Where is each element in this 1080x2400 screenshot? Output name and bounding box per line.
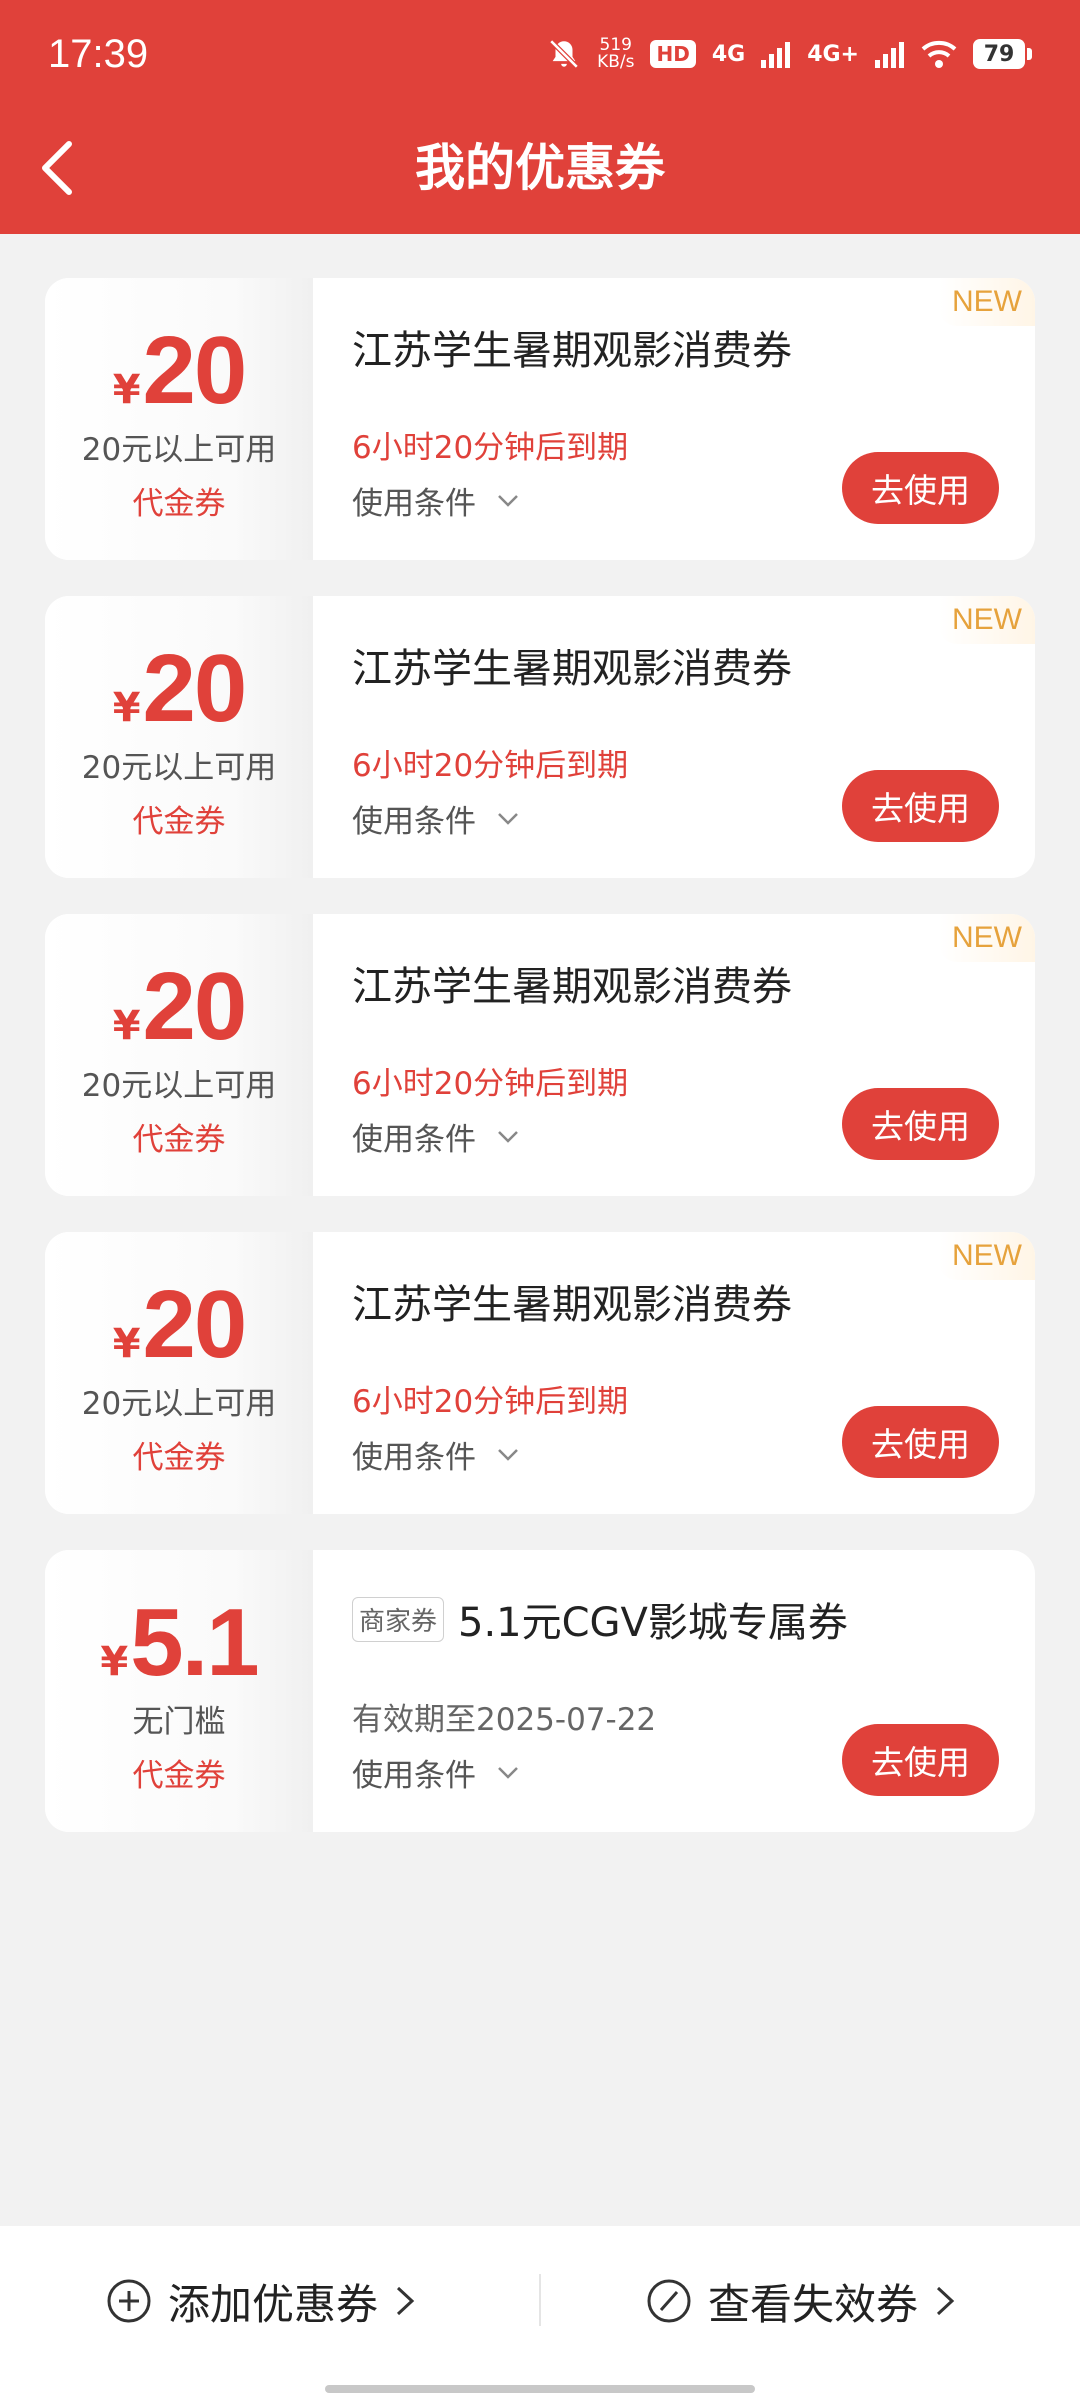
- coupon-value-panel: ¥20 20元以上可用 代金券: [45, 596, 313, 878]
- conditions-toggle[interactable]: 使用条件: [352, 1432, 520, 1477]
- coupon-amount: ¥5.1: [100, 1589, 259, 1696]
- header: 17:39 519 KB/s HD 4G 4G+ 79 我的优惠券: [0, 0, 1080, 234]
- coupon-value-panel: ¥20 20元以上可用 代金券: [45, 914, 313, 1196]
- back-button[interactable]: [22, 130, 92, 206]
- chevron-right-icon: [396, 2286, 415, 2316]
- chevron-down-icon: [498, 1448, 518, 1461]
- coupon-expiry: 6小时20分钟后到期: [352, 1066, 629, 1102]
- status-icons: 519 KB/s HD 4G 4G+ 79: [547, 34, 1032, 74]
- coupon-threshold: 20元以上可用: [81, 1068, 277, 1104]
- coupon-title: 江苏学生暑期观影消费券: [352, 964, 792, 1010]
- coupon-card[interactable]: ¥20 20元以上可用 代金券 江苏学生暑期观影消费券 6小时20分钟后到期 使…: [45, 596, 1035, 878]
- coupon-card[interactable]: ¥20 20元以上可用 代金券 江苏学生暑期观影消费券 6小时20分钟后到期 使…: [45, 1232, 1035, 1514]
- coupon-expiry: 6小时20分钟后到期: [352, 430, 629, 466]
- coupon-threshold: 20元以上可用: [81, 750, 277, 786]
- battery-icon: 79: [973, 39, 1032, 69]
- coupon-card[interactable]: ¥5.1 无门槛 代金券 商家券 5.1元CGV影城专属券 有效期至2025-0…: [45, 1550, 1035, 1832]
- chevron-down-icon: [498, 1766, 518, 1779]
- conditions-toggle[interactable]: 使用条件: [352, 796, 520, 841]
- view-expired-button[interactable]: 查看失效券: [540, 2226, 1080, 2376]
- coupon-card[interactable]: ¥20 20元以上可用 代金券 江苏学生暑期观影消费券 6小时20分钟后到期 使…: [45, 278, 1035, 560]
- page-title: 我的优惠券: [415, 139, 665, 197]
- new-badge: NEW: [939, 1232, 1035, 1280]
- coupon-type: 代金券: [132, 1440, 226, 1476]
- coupon-amount: ¥20: [112, 635, 248, 742]
- use-button[interactable]: 去使用: [842, 452, 999, 524]
- status-time: 17:39: [48, 32, 149, 76]
- use-button[interactable]: 去使用: [842, 1088, 999, 1160]
- conditions-toggle[interactable]: 使用条件: [352, 478, 520, 523]
- merchant-tag: 商家券: [352, 1596, 445, 1642]
- coupon-title: 江苏学生暑期观影消费券: [352, 1282, 792, 1328]
- coupon-value-panel: ¥20 20元以上可用 代金券: [45, 1232, 313, 1514]
- signal-bars-icon: [761, 42, 791, 68]
- use-button[interactable]: 去使用: [842, 1406, 999, 1478]
- new-badge: NEW: [939, 278, 1035, 326]
- coupon-card[interactable]: ¥20 20元以上可用 代金券 江苏学生暑期观影消费券 6小时20分钟后到期 使…: [45, 914, 1035, 1196]
- conditions-toggle[interactable]: 使用条件: [352, 1114, 520, 1159]
- coupon-threshold: 无门槛: [132, 1704, 226, 1740]
- coupon-threshold: 20元以上可用: [81, 432, 277, 468]
- coupon-value-panel: ¥5.1 无门槛 代金券: [45, 1550, 313, 1832]
- wifi-icon: [921, 40, 957, 68]
- coupon-amount: ¥20: [112, 1271, 248, 1378]
- coupon-title: 江苏学生暑期观影消费券: [352, 646, 792, 692]
- chevron-right-icon: [936, 2286, 955, 2316]
- bell-muted-icon: [549, 39, 579, 69]
- coupon-expiry: 有效期至2025-07-22: [352, 1702, 657, 1738]
- coupon-amount: ¥20: [112, 317, 248, 424]
- coupon-title: 商家券 5.1元CGV影城专属券: [352, 1590, 848, 1648]
- new-badge: NEW: [939, 596, 1035, 644]
- add-coupon-button[interactable]: 添加优惠券: [0, 2226, 540, 2376]
- battery-level: 79: [973, 39, 1025, 69]
- chevron-down-icon: [498, 494, 518, 507]
- coupon-type: 代金券: [132, 1758, 226, 1794]
- home-indicator[interactable]: [325, 2385, 755, 2393]
- view-expired-label: 查看失效券: [707, 2279, 918, 2329]
- hd-badge: HD: [650, 40, 696, 68]
- coupon-amount: ¥20: [112, 953, 248, 1060]
- coupon-value-panel: ¥20 20元以上可用 代金券: [45, 278, 313, 560]
- use-button[interactable]: 去使用: [842, 1724, 999, 1796]
- status-bar: 17:39 519 KB/s HD 4G 4G+ 79: [0, 0, 1080, 110]
- net-speed: 519 KB/s: [597, 37, 634, 71]
- chevron-down-icon: [498, 1130, 518, 1143]
- coupon-type: 代金券: [132, 486, 226, 522]
- plus-circle-icon: [107, 2279, 151, 2323]
- signal-4g-plus: 4G+: [807, 41, 859, 67]
- coupon-title: 江苏学生暑期观影消费券: [352, 328, 792, 374]
- chevron-down-icon: [498, 812, 518, 825]
- net-speed-unit: KB/s: [597, 52, 635, 72]
- footer-bar: 添加优惠券 查看失效券: [0, 2226, 1080, 2400]
- coupon-type: 代金券: [132, 1122, 226, 1158]
- add-coupon-label: 添加优惠券: [167, 2279, 378, 2329]
- coupon-threshold: 20元以上可用: [81, 1386, 277, 1422]
- coupon-type: 代金券: [132, 804, 226, 840]
- signal-bars-icon: [875, 42, 904, 68]
- coupon-expiry: 6小时20分钟后到期: [352, 748, 629, 784]
- coupon-expiry: 6小时20分钟后到期: [352, 1384, 629, 1420]
- conditions-toggle[interactable]: 使用条件: [352, 1750, 520, 1795]
- slash-circle-icon: [647, 2279, 691, 2323]
- use-button[interactable]: 去使用: [842, 770, 999, 842]
- new-badge: NEW: [939, 914, 1035, 962]
- nav-bar: 我的优惠券: [0, 118, 1080, 218]
- signal-4g: 4G: [711, 41, 746, 67]
- chevron-left-icon: [42, 141, 72, 195]
